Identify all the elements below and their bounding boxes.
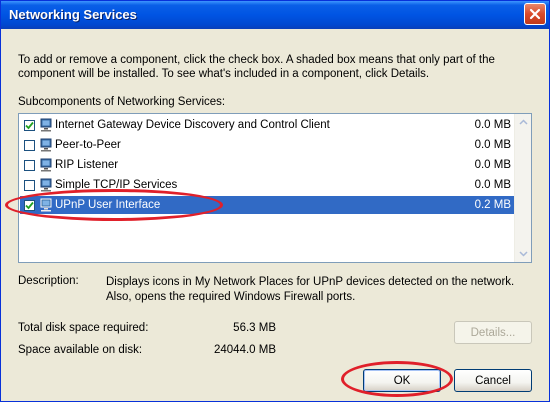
scroll-down-button[interactable] bbox=[515, 245, 532, 262]
description-label: Description: bbox=[18, 275, 79, 287]
disk-available-value: 24044.0 MB bbox=[213, 344, 276, 356]
checkmark-icon bbox=[25, 121, 34, 129]
checkbox-unchecked[interactable] bbox=[24, 139, 35, 151]
checkbox-checked[interactable] bbox=[24, 119, 35, 131]
disk-required-label: Total disk space required: bbox=[18, 322, 149, 334]
item-size: 0.0 MB bbox=[474, 179, 511, 191]
close-icon bbox=[529, 8, 541, 20]
scroll-up-button[interactable] bbox=[515, 114, 532, 131]
item-size: 0.0 MB bbox=[474, 119, 511, 131]
checkbox-unchecked[interactable] bbox=[24, 159, 35, 171]
list-item-rip-listener[interactable]: RIP Listener 0.0 MB bbox=[20, 156, 515, 174]
disk-required-value: 56.3 MB bbox=[233, 322, 276, 334]
network-computer-icon bbox=[40, 138, 52, 152]
list-item-peer-to-peer[interactable]: Peer-to-Peer 0.0 MB bbox=[20, 136, 515, 154]
description-text: Displays icons in My Network Places for … bbox=[106, 276, 515, 303]
item-label: UPnP User Interface bbox=[55, 199, 161, 211]
checkbox-unchecked[interactable] bbox=[24, 179, 35, 191]
list-scrollbar[interactable] bbox=[514, 114, 531, 262]
subcomponents-label: Subcomponents of Networking Services: bbox=[18, 96, 226, 108]
network-computer-icon bbox=[40, 118, 52, 132]
list-item-upnp-user-interface[interactable]: UPnP User Interface 0.2 MB bbox=[20, 196, 515, 214]
item-label: Simple TCP/IP Services bbox=[55, 179, 178, 191]
ok-button[interactable]: OK bbox=[363, 369, 441, 392]
title-bar[interactable]: Networking Services bbox=[1, 1, 549, 29]
item-label: Internet Gateway Device Discovery and Co… bbox=[55, 119, 330, 131]
item-size: 0.2 MB bbox=[474, 199, 511, 211]
cancel-button[interactable]: Cancel bbox=[454, 369, 532, 392]
details-button[interactable]: Details... bbox=[454, 321, 532, 344]
disk-available-label: Space available on disk: bbox=[18, 344, 143, 356]
close-button[interactable] bbox=[524, 3, 546, 25]
network-computer-icon bbox=[40, 198, 52, 212]
checkmark-icon bbox=[25, 201, 34, 209]
item-size: 0.0 MB bbox=[474, 159, 511, 171]
network-computer-icon bbox=[40, 178, 52, 192]
list-item-igd-discovery[interactable]: Internet Gateway Device Discovery and Co… bbox=[20, 116, 515, 134]
checkbox-checked[interactable] bbox=[24, 199, 35, 211]
window-title: Networking Services bbox=[9, 7, 137, 22]
item-size: 0.0 MB bbox=[474, 139, 511, 151]
network-computer-icon bbox=[40, 158, 52, 172]
chevron-down-icon bbox=[519, 251, 528, 257]
item-label: Peer-to-Peer bbox=[55, 139, 121, 151]
item-label: RIP Listener bbox=[55, 159, 119, 171]
networking-services-dialog: Networking Services To add or remove a c… bbox=[0, 0, 550, 402]
list-item-simple-tcpip[interactable]: Simple TCP/IP Services 0.0 MB bbox=[20, 176, 515, 194]
chevron-up-icon bbox=[519, 119, 528, 125]
subcomponents-list[interactable]: Internet Gateway Device Discovery and Co… bbox=[18, 113, 532, 263]
instructions-text: To add or remove a component, click the … bbox=[18, 54, 495, 80]
